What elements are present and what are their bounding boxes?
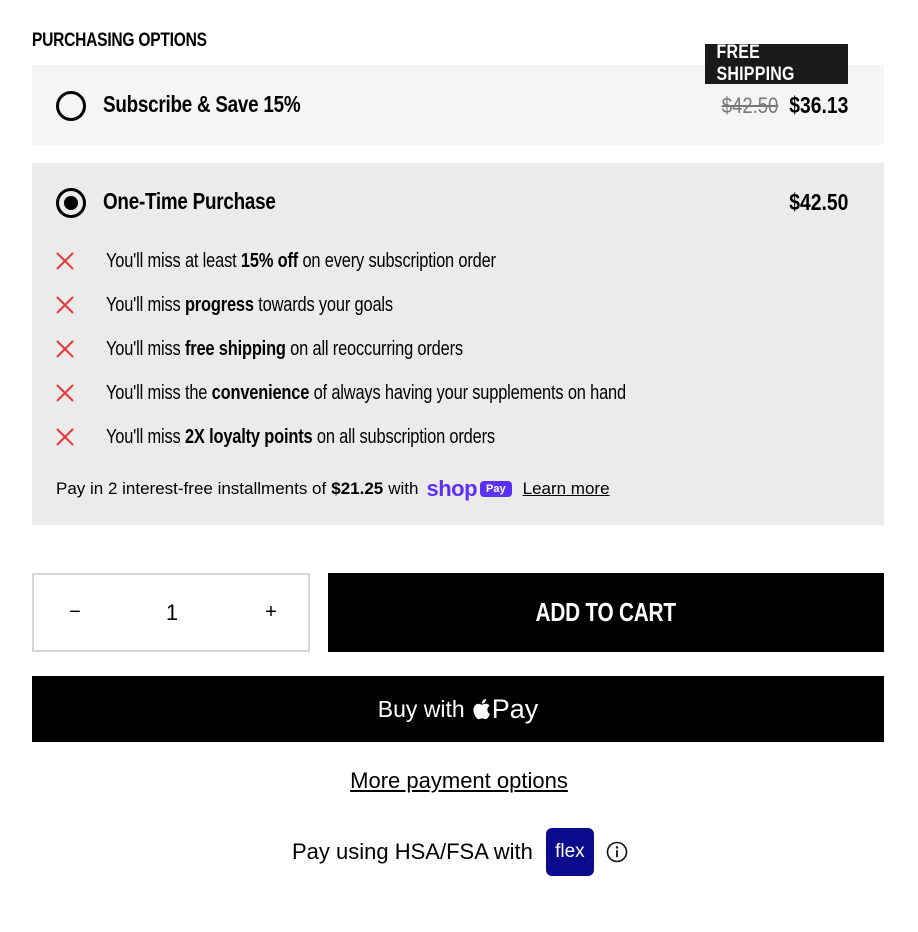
x-icon (56, 296, 74, 314)
installments-text: Pay in 2 interest-free installments of (56, 479, 327, 498)
miss-text: You'll miss 2X loyalty points on all sub… (106, 425, 495, 448)
apple-pay-word: Pay (491, 693, 539, 724)
apple-logo-icon (473, 698, 490, 720)
hsa-fsa-text: Pay using HSA/FSA with (292, 839, 533, 864)
miss-item: You'll miss free shipping on all reoccur… (56, 337, 541, 361)
installments-with: with (388, 479, 419, 498)
x-icon (56, 384, 74, 402)
learn-more-link[interactable]: Learn more (523, 479, 610, 499)
one-time-label: One-Time Purchase (103, 188, 276, 214)
add-to-cart-button[interactable]: ADD TO CART (328, 573, 884, 652)
installments-line: Pay in 2 interest-free installments of $… (56, 476, 610, 502)
miss-text: You'll miss the convenience of always ha… (106, 381, 626, 404)
quantity-stepper: − 1 + (32, 573, 310, 652)
apple-pay-prefix: Buy with (377, 695, 465, 722)
subscribe-radio[interactable] (56, 91, 86, 121)
x-icon (56, 428, 74, 446)
one-time-option[interactable]: One-Time Purchase $42.50 You'll miss at … (32, 163, 884, 525)
decrease-quantity-button[interactable]: − (40, 575, 110, 650)
miss-item: You'll miss progress towards your goals (56, 293, 456, 317)
hsa-fsa-line: Pay using HSA/FSA with flex (292, 828, 628, 876)
info-icon[interactable] (606, 841, 628, 863)
subscribe-old-price: $42.50 (721, 93, 778, 118)
miss-text: You'll miss progress towards your goals (106, 293, 393, 316)
miss-item: You'll miss at least 15% off on every su… (56, 249, 581, 273)
x-icon (56, 252, 74, 270)
more-payment-options-link[interactable]: More payment options (0, 768, 918, 794)
one-time-radio[interactable] (56, 188, 86, 218)
free-shipping-badge: FREE SHIPPING (705, 42, 848, 85)
flex-logo[interactable]: flex (545, 828, 594, 876)
subscribe-price: $36.13 (788, 92, 848, 118)
subscribe-label: Subscribe & Save 15% (103, 91, 301, 117)
x-icon (56, 340, 74, 358)
section-title: PURCHASING OPTIONS (32, 30, 207, 51)
miss-text: You'll miss at least 15% off on every su… (106, 249, 496, 272)
apple-pay-button[interactable]: Buy with Pay (32, 676, 884, 742)
miss-item: You'll miss the convenience of always ha… (56, 381, 740, 405)
miss-text: You'll miss free shipping on all reoccur… (106, 337, 463, 360)
one-time-price: $42.50 (788, 189, 848, 215)
installments-amount: $21.25 (331, 479, 384, 498)
quantity-input[interactable]: 1 (124, 575, 220, 650)
miss-item: You'll miss 2X loyalty points on all sub… (56, 425, 580, 449)
increase-quantity-button[interactable]: + (236, 575, 306, 650)
shop-pay-logo: shop Pay (426, 476, 512, 502)
